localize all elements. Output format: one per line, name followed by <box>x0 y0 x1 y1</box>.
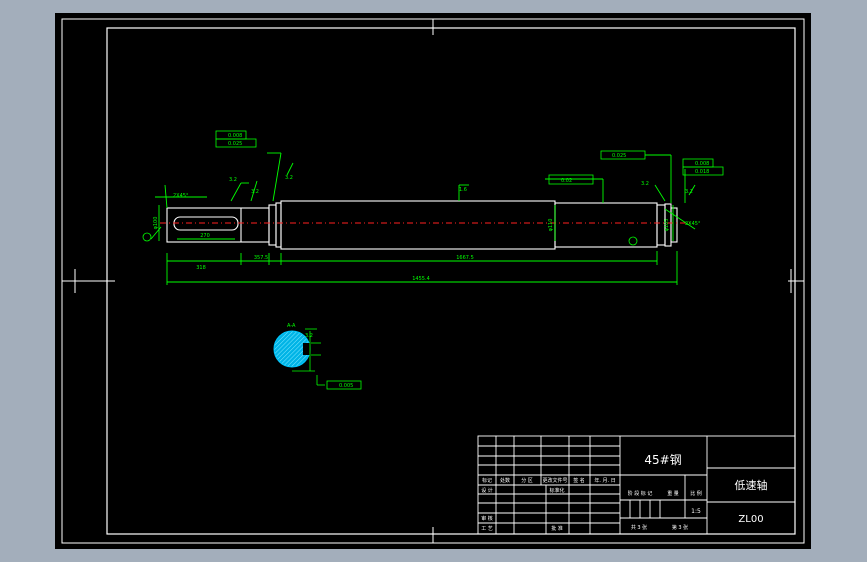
dim-chamfer-right: 2X45° <box>685 221 701 227</box>
tol-mid: 0.02 <box>561 178 572 184</box>
header-zone: 分 区 <box>521 477 533 484</box>
dim-d3: φ105 <box>664 219 670 232</box>
inner-frame <box>106 27 796 535</box>
roughness-3: 3.2 <box>285 175 293 181</box>
row-review: 审 核 <box>481 515 493 522</box>
tol-right-2: 0.018 <box>695 169 709 175</box>
keyway-cut <box>303 343 310 355</box>
tol-right-top: 0.025 <box>612 153 626 159</box>
scale-label: 比 例 <box>690 490 702 497</box>
shaft-outline <box>166 200 678 250</box>
dim-key-len: 270 <box>200 233 210 239</box>
material-cell: 45#钢 <box>644 453 681 467</box>
dim-left-ring: 357.5 <box>254 255 268 261</box>
row-process: 工 艺 <box>481 526 493 532</box>
sheet-total: 共 3 张 <box>631 524 647 531</box>
scale-value: 1:5 <box>691 508 701 515</box>
outer-frame <box>61 18 805 544</box>
part-name-cell: 低速轴 <box>735 478 768 492</box>
drawing-canvas: 318 270 357.5 1667.5 1455.4 2X45° 2X45° … <box>55 13 811 549</box>
drawing-number-cell: ZL00 <box>738 514 763 525</box>
roughness-2: 3.2 <box>251 189 259 195</box>
section-view <box>273 328 325 386</box>
dim-total-len: 1455.4 <box>412 276 430 282</box>
header-count: 处数 <box>500 477 510 484</box>
header-signature: 签 名 <box>573 477 585 484</box>
tol-left-1: 0.008 <box>228 133 242 139</box>
dim-mid-len: 1667.5 <box>456 255 474 261</box>
sheet-number: 第 3 张 <box>672 524 688 531</box>
tolerance-frames <box>142 130 724 390</box>
tol-section: 0.005 <box>339 383 353 389</box>
dim-chamfer-left: 2X45° <box>173 193 189 199</box>
approve-label: 批 准 <box>551 525 563 532</box>
standardize-label: 标准化 <box>549 487 564 494</box>
dim-d2: φ110 <box>548 219 554 232</box>
row-design: 设 计 <box>481 487 493 494</box>
header-date: 年. 月. 日 <box>594 477 615 484</box>
centering-marks <box>62 19 804 543</box>
roughness-1: 3.2 <box>229 177 237 183</box>
roughness-5: 3.2 <box>641 181 649 187</box>
roughness-6: 3.2 <box>685 189 693 195</box>
dim-left-step: 318 <box>196 265 206 271</box>
dimension-lines <box>150 152 696 285</box>
stage-mark-label: 阶 段 标 记 <box>628 490 653 497</box>
section-label: A-A <box>287 323 296 329</box>
dim-d1: φ100 <box>153 217 159 230</box>
header-mark: 标记 <box>482 477 492 484</box>
drawing-svg: 318 270 357.5 1667.5 1455.4 2X45° 2X45° … <box>61 18 805 544</box>
header-change-doc: 更改文件号 <box>542 477 567 484</box>
tol-left-2: 0.025 <box>228 141 242 147</box>
tol-right-1: 0.008 <box>695 161 709 167</box>
roughness-4: 1.6 <box>459 187 467 193</box>
weight-label: 重 量 <box>667 490 679 497</box>
